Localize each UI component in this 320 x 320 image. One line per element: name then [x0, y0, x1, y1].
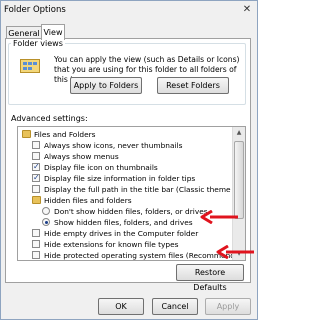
tree-item[interactable]: Always show menus [18, 151, 232, 162]
checkbox[interactable] [32, 141, 40, 149]
ok-button[interactable]: OK [98, 298, 144, 315]
tree-item-label: Display file icon on thumbnails [44, 163, 158, 172]
tree-item-label: Files and Folders [34, 130, 96, 139]
close-icon[interactable]: ✕ [240, 4, 254, 16]
cancel-button[interactable]: Cancel [152, 298, 198, 315]
folder-icon [32, 196, 41, 204]
checkbox[interactable] [32, 161, 40, 172]
apply-to-folders-button[interactable]: Apply to Folders [70, 77, 142, 94]
tree-item-label: Hide extensions for known file types [44, 240, 179, 249]
checkbox[interactable] [32, 229, 40, 237]
tree-item[interactable]: Display the full path in the title bar (… [18, 184, 245, 195]
tree-item-label: Hide empty drives in the Computer folder [44, 229, 199, 238]
folder-icon [22, 130, 31, 138]
title-bar: Folder Options ✕ [1, 1, 257, 19]
checkbox[interactable] [32, 172, 40, 183]
scroll-up-icon[interactable]: ▲ [233, 127, 245, 139]
restore-defaults-button[interactable]: Restore Defaults [176, 264, 244, 292]
tree-scrollbar[interactable]: ▲ ▼ [232, 127, 245, 260]
tree-item[interactable]: Display file icon on thumbnails [18, 161, 232, 173]
tree-item-label: Display file size information in folder … [44, 174, 196, 183]
apply-button[interactable]: Apply [205, 298, 251, 315]
tree-item-label: Show hidden files, folders, and drives [54, 218, 193, 227]
folder-views-heading: Folder views [11, 39, 65, 48]
checkbox[interactable] [32, 152, 40, 160]
tree-item-label: Display the full path in the title bar (… [44, 185, 246, 194]
annotation-arrow-icon [200, 210, 238, 224]
checkbox[interactable] [32, 251, 40, 259]
tree-item[interactable]: Hide extensions for known file types [18, 239, 232, 250]
annotation-arrow-icon [216, 245, 254, 259]
radio-button[interactable] [42, 207, 50, 215]
advanced-settings-heading: Advanced settings: [11, 114, 88, 123]
tab-view[interactable]: View [41, 24, 65, 40]
tree-item-label: Hidden files and folders [44, 196, 132, 205]
tree-item-label: Always show icons, never thumbnails [44, 141, 183, 150]
tree-item[interactable]: Always show icons, never thumbnails [18, 140, 232, 151]
tree-item-files-and-folders: Files and Folders [18, 129, 232, 140]
tree-item-label: Don't show hidden files, folders, or dri… [54, 207, 208, 216]
tree-item[interactable]: Hide empty drives in the Computer folder [18, 228, 232, 239]
radio-button[interactable] [42, 218, 50, 226]
tree-item[interactable]: Hide protected operating system files (R… [18, 250, 245, 260]
checkbox[interactable] [32, 240, 40, 248]
reset-folders-button[interactable]: Reset Folders [157, 77, 229, 94]
tree-item[interactable]: Display file size information in folder … [18, 172, 232, 184]
advanced-settings-tree[interactable]: Files and Folders Always show icons, nev… [17, 126, 246, 261]
window-title: Folder Options [4, 5, 66, 15]
folder-views-icon [20, 59, 40, 73]
scroll-thumb[interactable] [234, 141, 244, 219]
checkbox[interactable] [32, 185, 40, 193]
tree-item-hidden-files: Hidden files and folders [18, 195, 232, 206]
tree-item-label: Always show menus [44, 152, 119, 161]
